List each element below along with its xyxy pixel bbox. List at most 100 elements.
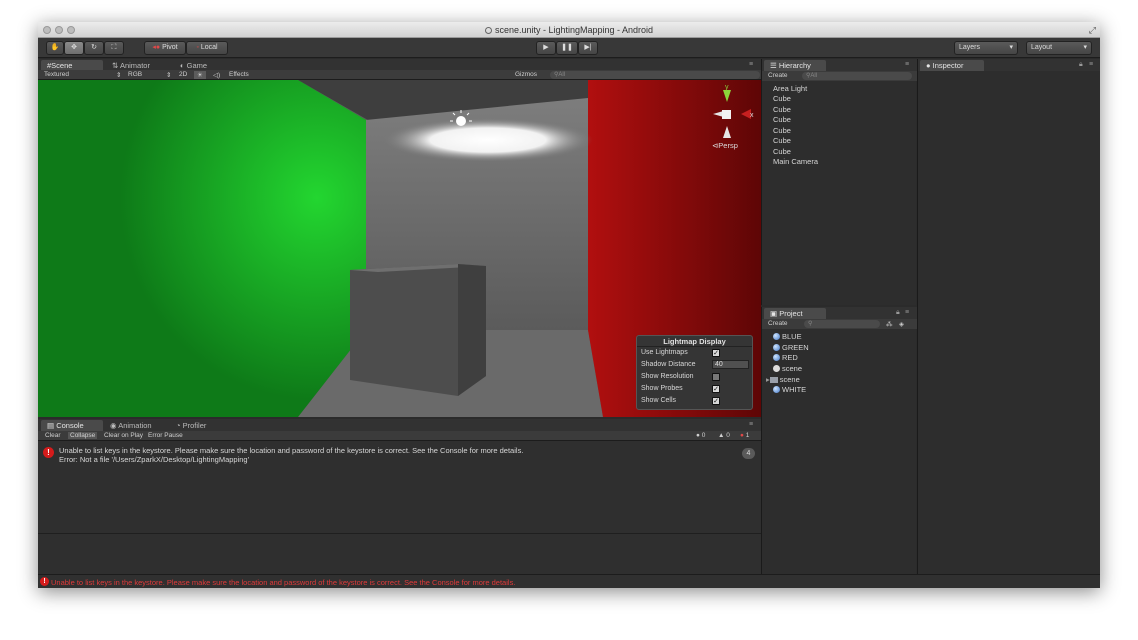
unity-scene-icon bbox=[773, 365, 780, 372]
move-tool-button[interactable]: ✥ bbox=[64, 41, 84, 55]
step-button[interactable]: ▶| bbox=[578, 41, 598, 55]
tab-console[interactable]: ▤ Console bbox=[41, 420, 103, 431]
lock-icon[interactable]: 🔒︎ bbox=[896, 309, 900, 317]
audio-toggle[interactable]: ◁) bbox=[213, 71, 220, 79]
console-detail-divider[interactable] bbox=[38, 533, 761, 534]
collapse-button[interactable]: Collapse bbox=[68, 432, 98, 439]
scene-search-input[interactable]: ⚲All bbox=[550, 71, 760, 79]
console-message-line1[interactable]: Unable to list keys in the keystore. Ple… bbox=[59, 446, 523, 455]
console-message-line2[interactable]: Error: Not a file '/Users/ZparkX/Desktop… bbox=[59, 455, 249, 464]
play-button[interactable]: ▶ bbox=[536, 41, 556, 55]
2d-toggle[interactable]: 2D bbox=[179, 71, 187, 78]
project-item[interactable]: BLUE bbox=[773, 332, 802, 341]
warning-count-toggle[interactable]: ▲ 0 bbox=[716, 432, 732, 439]
persp-label[interactable]: ⊲Persp bbox=[712, 141, 738, 150]
hierarchy-item[interactable]: Cube bbox=[773, 115, 791, 124]
clear-button[interactable]: Clear bbox=[43, 432, 63, 439]
animation-icon: ◉ bbox=[110, 421, 117, 430]
scene-viewport[interactable]: x y ⊲Persp Lightmap Display Use Lightmap… bbox=[38, 80, 761, 417]
persp-text: Persp bbox=[718, 141, 738, 150]
hierarchy-item[interactable]: Main Camera bbox=[773, 157, 818, 166]
use-lightmaps-checkbox[interactable]: ✓ bbox=[712, 349, 720, 357]
clear-on-play-button[interactable]: Clear on Play bbox=[102, 432, 145, 439]
panel-menu-icon[interactable]: ≡ bbox=[1089, 61, 1093, 68]
filter-by-type-icon[interactable]: ⁂ bbox=[886, 320, 893, 328]
project-item[interactable]: GREEN bbox=[773, 343, 809, 352]
shadow-distance-field[interactable]: 40 bbox=[712, 360, 749, 369]
green-wall bbox=[38, 80, 366, 417]
render-mode-dropdown[interactable]: RGB bbox=[128, 71, 142, 78]
pivot-toggle-button[interactable]: ◂● Pivot bbox=[144, 41, 186, 55]
hierarchy-search-input[interactable]: ⚲All bbox=[802, 72, 912, 80]
tab-profiler[interactable]: ◔ Profiler bbox=[170, 420, 212, 431]
local-toggle-button[interactable]: ◦ Local bbox=[186, 41, 228, 55]
layers-dropdown[interactable]: Layers ▾ bbox=[954, 41, 1018, 55]
show-cells-checkbox[interactable]: ✓ bbox=[712, 397, 720, 405]
sun-icon: ☀ bbox=[197, 72, 203, 79]
console-panel: ▤ Console ◉ Animation ◔ Profiler ≡ Clear… bbox=[38, 419, 761, 575]
pivot-icon: ◂● bbox=[152, 44, 161, 51]
hierarchy-item[interactable]: Cube bbox=[773, 126, 791, 135]
layout-dropdown[interactable]: Layout ▾ bbox=[1026, 41, 1092, 55]
hierarchy-item[interactable]: Area Light bbox=[773, 84, 807, 93]
gizmos-dropdown[interactable]: Gizmos bbox=[515, 71, 537, 78]
tab-project[interactable]: ▣ Project bbox=[764, 308, 826, 319]
status-message[interactable]: Unable to list keys in the keystore. Ple… bbox=[51, 578, 515, 587]
search-icon: ⚲ bbox=[808, 321, 813, 327]
hierarchy-item[interactable]: Cube bbox=[773, 94, 791, 103]
panel-menu-icon[interactable]: ≡ bbox=[749, 421, 753, 428]
console-tab-bar: ▤ Console ◉ Animation ◔ Profiler ≡ bbox=[38, 419, 761, 431]
shadow-distance-label: Shadow Distance bbox=[641, 361, 696, 368]
project-item-label: GREEN bbox=[782, 343, 809, 352]
tab-animation-label: Animation bbox=[118, 421, 152, 430]
cube-side bbox=[458, 264, 486, 396]
effects-dropdown[interactable]: Effects bbox=[229, 71, 249, 78]
dropdown-arrow-icon: ▾ bbox=[1009, 44, 1013, 51]
project-item[interactable]: RED bbox=[773, 353, 798, 362]
lighting-toggle[interactable]: ☀ bbox=[194, 71, 206, 79]
console-icon: ▤ bbox=[47, 421, 55, 430]
panel-menu-icon[interactable]: ≡ bbox=[749, 61, 753, 68]
show-probes-checkbox[interactable]: ✓ bbox=[712, 385, 720, 393]
unity-scene-icon bbox=[484, 27, 492, 34]
fullscreen-icon[interactable]: ⤢ bbox=[1089, 25, 1096, 36]
tab-inspector[interactable]: ● Inspector bbox=[920, 60, 984, 71]
panel-menu-icon[interactable]: ≡ bbox=[905, 309, 909, 316]
project-item[interactable]: WHITE bbox=[773, 385, 806, 394]
project-tab-bar: ▣ Project 🔒︎ ≡ bbox=[762, 307, 917, 319]
error-pause-button[interactable]: Error Pause bbox=[146, 432, 185, 439]
project-item[interactable]: scene bbox=[773, 364, 802, 373]
material-ball-icon bbox=[773, 386, 780, 393]
hand-tool-button[interactable]: ✋ bbox=[46, 41, 64, 55]
tab-animation[interactable]: ◉ Animation bbox=[104, 420, 158, 431]
tab-hierarchy-label: Hierarchy bbox=[778, 61, 811, 70]
shading-mode-dropdown[interactable]: Textured bbox=[44, 71, 69, 78]
inspector-tab-bar: ● Inspector 🔒︎ ≡ bbox=[918, 59, 1100, 71]
animator-icon: ⇅ bbox=[112, 61, 119, 70]
hierarchy-item[interactable]: Cube bbox=[773, 105, 791, 114]
hierarchy-create-dropdown[interactable]: Create bbox=[768, 72, 788, 79]
project-search-input[interactable]: ⚲ bbox=[804, 320, 880, 328]
tab-hierarchy[interactable]: ☰ Hierarchy bbox=[764, 60, 826, 71]
filter-by-label-icon[interactable]: ◈ bbox=[899, 320, 904, 328]
hierarchy-item[interactable]: Cube bbox=[773, 147, 791, 156]
project-create-dropdown[interactable]: Create bbox=[768, 320, 788, 327]
lock-icon[interactable]: 🔒︎ bbox=[1079, 61, 1083, 69]
error-count-toggle[interactable]: ● 1 bbox=[738, 432, 751, 439]
pause-button[interactable]: ❚❚ bbox=[556, 41, 578, 55]
info-count-toggle[interactable]: ● 0 bbox=[694, 432, 707, 439]
project-item[interactable]: ▸ scene bbox=[766, 375, 800, 384]
info-icon: ● bbox=[696, 432, 700, 439]
panel-menu-icon[interactable]: ≡ bbox=[905, 61, 909, 68]
tab-console-label: Console bbox=[56, 421, 84, 430]
rotate-tool-button[interactable]: ↻ bbox=[84, 41, 104, 55]
show-cells-label: Show Cells bbox=[641, 397, 677, 404]
play-icon: ▶ bbox=[543, 44, 549, 51]
show-resolution-checkbox[interactable] bbox=[712, 373, 720, 381]
scale-tool-button[interactable]: ⛶ bbox=[104, 41, 124, 55]
lightmap-display-panel: Lightmap Display Use Lightmaps ✓ Shadow … bbox=[636, 335, 753, 410]
hierarchy-item[interactable]: Cube bbox=[773, 136, 791, 145]
project-item-label: scene bbox=[782, 364, 803, 373]
show-probes-label: Show Probes bbox=[641, 385, 683, 392]
project-toolbar: Create ⚲ ⁂ ◈ bbox=[762, 319, 917, 329]
